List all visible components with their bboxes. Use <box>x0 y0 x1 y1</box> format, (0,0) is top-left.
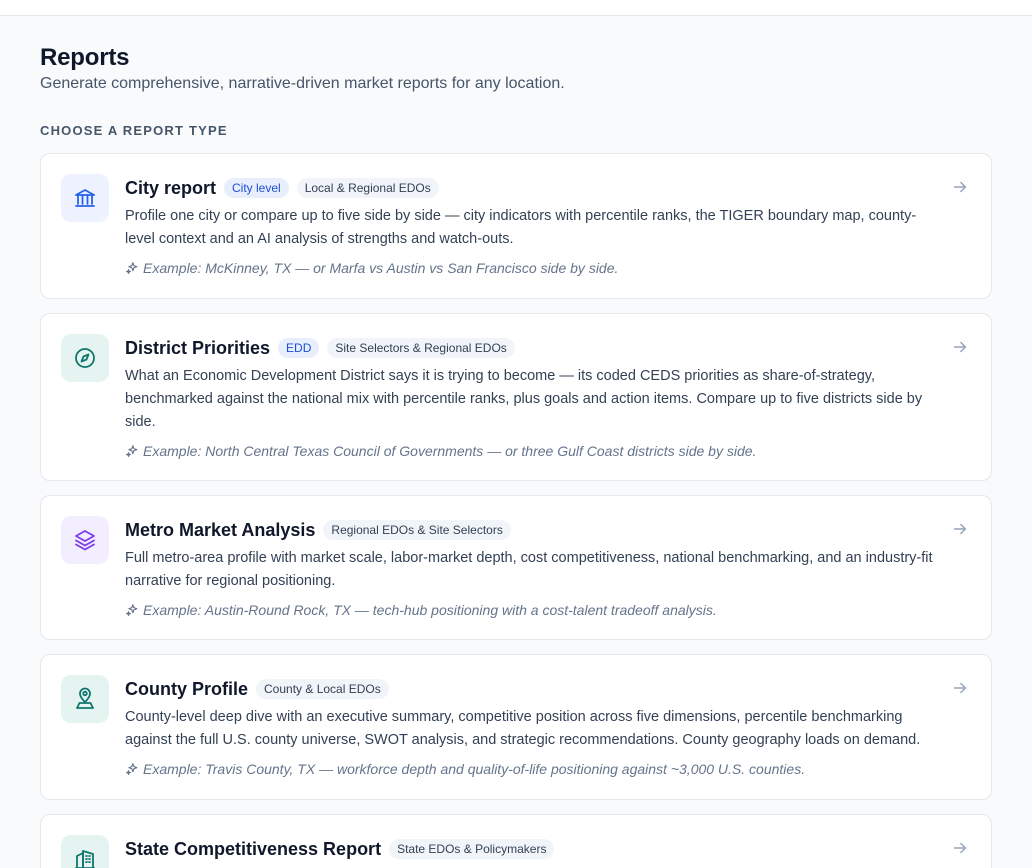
layers-icon <box>61 516 109 564</box>
top-bar <box>0 0 1032 16</box>
example-text: Example: McKinney, TX — or Marfa vs Aust… <box>143 260 619 276</box>
report-card-metro[interactable]: Metro Market Analysis Regional EDOs & Si… <box>40 495 992 640</box>
arrow-right-icon[interactable] <box>951 338 969 356</box>
page-title: Reports <box>40 44 130 71</box>
card-title: City report <box>125 177 217 198</box>
sparkle-icon <box>126 262 138 274</box>
card-description: Profile one city or compare up to five s… <box>125 208 917 247</box>
sparkle-icon <box>126 604 138 616</box>
card-example: Example: Travis County, TX — workforce d… <box>125 759 935 779</box>
arrow-right-icon[interactable] <box>951 178 969 196</box>
sparkle-icon <box>126 445 138 457</box>
audience-badge: Local & Regional EDOs <box>296 178 439 198</box>
bank-icon <box>61 174 109 222</box>
page-subtitle: Generate comprehensive, narrative-driven… <box>40 75 565 92</box>
arrow-right-icon[interactable] <box>951 839 969 857</box>
example-text: Example: Austin-Round Rock, TX — tech-hu… <box>143 602 717 618</box>
card-example: Example: North Central Texas Council of … <box>125 441 935 461</box>
example-text: Example: Travis County, TX — workforce d… <box>143 761 806 777</box>
level-badge: EDD <box>278 338 320 358</box>
card-description: Full metro-area profile with market scal… <box>125 550 933 589</box>
section-label: CHOOSE A REPORT TYPE <box>40 123 228 138</box>
compass-icon <box>61 334 109 382</box>
audience-badge: Regional EDOs & Site Selectors <box>323 520 511 540</box>
report-card-city[interactable]: City report City level Local & Regional … <box>40 153 992 299</box>
card-description: What an Economic Development District sa… <box>125 368 923 430</box>
example-text: Example: North Central Texas Council of … <box>143 443 757 459</box>
building-icon <box>61 835 109 868</box>
sparkle-icon <box>126 763 138 775</box>
map-pin-icon <box>61 675 109 723</box>
card-description: County-level deep dive with an executive… <box>125 709 921 748</box>
card-example: Example: McKinney, TX — or Marfa vs Aust… <box>125 258 935 278</box>
audience-badge: Site Selectors & Regional EDOs <box>327 338 515 358</box>
report-card-state[interactable]: State Competitiveness Report State EDOs … <box>40 814 992 868</box>
card-title: State Competitiveness Report <box>125 838 382 859</box>
report-card-county[interactable]: County Profile County & Local EDOs Count… <box>40 654 992 800</box>
card-title: County Profile <box>125 678 249 699</box>
report-card-district[interactable]: District Priorities EDD Site Selectors &… <box>40 313 992 481</box>
level-badge: City level <box>224 178 289 198</box>
arrow-right-icon[interactable] <box>951 679 969 697</box>
card-title: Metro Market Analysis <box>125 519 316 540</box>
arrow-right-icon[interactable] <box>951 520 969 538</box>
card-title: District Priorities <box>125 337 271 358</box>
audience-badge: County & Local EDOs <box>256 679 389 699</box>
card-example: Example: Austin-Round Rock, TX — tech-hu… <box>125 600 935 620</box>
audience-badge: State EDOs & Policymakers <box>389 839 555 859</box>
